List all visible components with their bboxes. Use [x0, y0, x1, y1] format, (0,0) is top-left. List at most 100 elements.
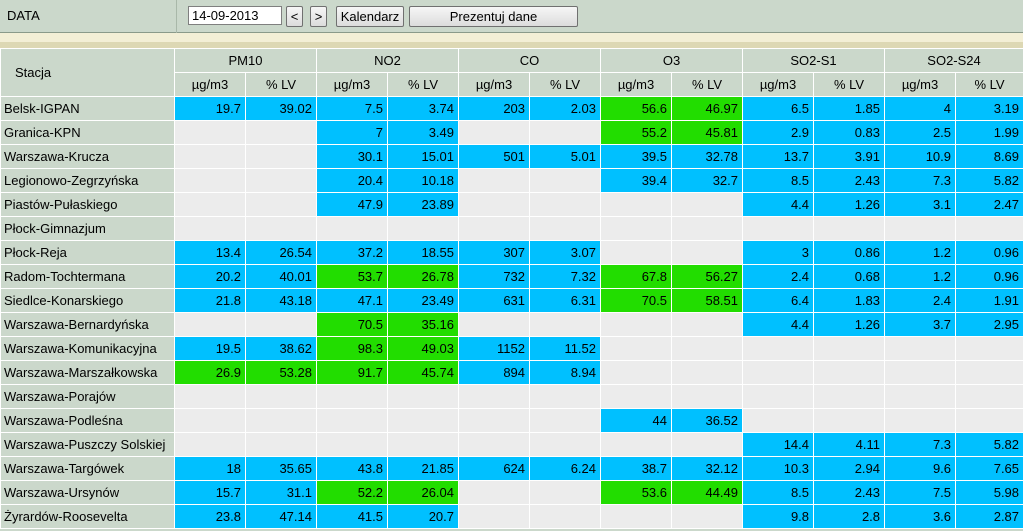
- value-cell: 38.7: [600, 456, 673, 481]
- value-cell: [174, 432, 246, 457]
- percent-cell: [245, 144, 317, 169]
- value-cell: [174, 192, 246, 217]
- station-name: Siedlce-Konarskiego: [0, 288, 175, 313]
- station-name: Legionowo-Zegrzyńska: [0, 168, 175, 193]
- percent-cell: 26.54: [245, 240, 317, 265]
- percent-cell: [245, 216, 317, 241]
- percent-cell: 0.83: [813, 120, 886, 145]
- previous-day-button[interactable]: <: [286, 6, 303, 27]
- value-cell: 894: [458, 360, 531, 385]
- percent-cell: 1.99: [955, 120, 1023, 145]
- value-cell: [600, 384, 673, 409]
- table-body: Belsk-IGPAN 19.7 39.02 7.5 3.74 203 2.03 56.6 46…: [0, 96, 1023, 529]
- percent-cell: 2.95: [955, 312, 1023, 337]
- table-row: Warszawa-Krucza 30.1 15.01 501 5.01 39.5 32.78…: [0, 144, 1023, 169]
- percent-cell: [245, 192, 317, 217]
- pollutant-header: NO2: [315, 48, 460, 73]
- table-row: Belsk-IGPAN 19.7 39.02 7.5 3.74 203 2.03 56.6 46…: [0, 96, 1023, 121]
- percent-cell: 3.91: [813, 144, 886, 169]
- value-cell: [884, 216, 957, 241]
- value-cell: [600, 240, 673, 265]
- unit-header: µg/m3: [174, 72, 246, 97]
- value-cell: 53.7: [316, 264, 388, 289]
- value-cell: 2.5: [884, 120, 957, 145]
- station-name: Warszawa-Targówek: [0, 456, 175, 481]
- percent-cell: 31.1: [245, 480, 317, 505]
- value-cell: 70.5: [316, 312, 388, 337]
- percent-cell: 23.89: [386, 192, 460, 217]
- table-row: Warszawa-Ursynów 15.7 31.1 52.2 26.04 53.6 44.…: [0, 480, 1023, 505]
- percent-cell: [245, 312, 317, 337]
- percent-cell: 58.51: [671, 288, 744, 313]
- toolbar: DATA < > Kalendarz Prezentuj dane: [0, 0, 1023, 33]
- value-cell: 53.6: [600, 480, 673, 505]
- value-cell: [884, 408, 957, 433]
- percent-cell: 20.7: [386, 504, 460, 529]
- percent-cell: 0.68: [813, 264, 886, 289]
- percent-cell: 10.18: [386, 168, 460, 193]
- station-name: Radom-Tochtermana: [0, 264, 175, 289]
- value-cell: 18: [174, 456, 246, 481]
- percent-cell: [813, 360, 886, 385]
- table-row: Radom-Tochtermana 20.2 40.01 53.7 26.78 732 7.…: [0, 264, 1023, 289]
- unit-header: µg/m3: [600, 72, 673, 97]
- value-cell: 39.4: [600, 168, 673, 193]
- value-cell: 43.8: [316, 456, 388, 481]
- value-cell: [600, 432, 673, 457]
- percent-cell: [529, 192, 602, 217]
- percent-cell: 5.01: [529, 144, 602, 169]
- value-cell: [174, 216, 246, 241]
- date-input[interactable]: [188, 6, 282, 25]
- value-cell: 19.7: [174, 96, 246, 121]
- value-cell: 67.8: [600, 264, 673, 289]
- percent-cell: [529, 480, 602, 505]
- percent-cell: [813, 216, 886, 241]
- measurements-table: Stacja PM10 NO2 CO O3 SO2-S1 SO2-S24 µg/m3% LV µ…: [0, 48, 1023, 529]
- value-cell: [316, 432, 388, 457]
- toolbar-divider: [176, 0, 177, 33]
- value-cell: 6.5: [742, 96, 815, 121]
- calendar-button[interactable]: Kalendarz: [336, 6, 404, 27]
- percent-cell: 2.87: [955, 504, 1023, 529]
- percent-cell: [955, 360, 1023, 385]
- percent-cell: [386, 384, 460, 409]
- value-cell: [458, 216, 531, 241]
- percent-cell: [529, 216, 602, 241]
- table-row: Warszawa-Porajów: [0, 384, 1023, 409]
- percent-cell: 35.16: [386, 312, 460, 337]
- table-header: Stacja PM10 NO2 CO O3 SO2-S1 SO2-S24 µg/m3% LV µ…: [0, 48, 1023, 97]
- value-cell: 98.3: [316, 336, 388, 361]
- value-cell: 8.5: [742, 480, 815, 505]
- value-cell: 47.1: [316, 288, 388, 313]
- value-cell: 44: [600, 408, 673, 433]
- percent-cell: 26.78: [386, 264, 460, 289]
- value-cell: 41.5: [316, 504, 388, 529]
- value-cell: 501: [458, 144, 531, 169]
- value-cell: 307: [458, 240, 531, 265]
- pollutant-header: SO2-S24: [884, 48, 1023, 73]
- percent-cell: 5.82: [955, 168, 1023, 193]
- station-name: Warszawa-Komunikacyjna: [0, 336, 175, 361]
- value-cell: [884, 336, 957, 361]
- value-cell: 55.2: [600, 120, 673, 145]
- table-row: Warszawa-Marszałkowska 26.9 53.28 91.7 45.74…: [0, 360, 1023, 385]
- value-cell: 1152: [458, 336, 531, 361]
- percent-cell: [245, 384, 317, 409]
- value-cell: [316, 216, 388, 241]
- next-day-button[interactable]: >: [310, 6, 327, 27]
- percent-cell: 5.98: [955, 480, 1023, 505]
- value-cell: 9.6: [884, 456, 957, 481]
- value-cell: [600, 216, 673, 241]
- value-cell: 2.4: [884, 288, 957, 313]
- percent-cell: 38.62: [245, 336, 317, 361]
- station-header: Stacja: [0, 48, 175, 97]
- value-cell: 4: [884, 96, 957, 121]
- percent-cell: 40.01: [245, 264, 317, 289]
- percent-cell: 47.14: [245, 504, 317, 529]
- show-data-button[interactable]: Prezentuj dane: [409, 6, 578, 27]
- percent-cell: [529, 168, 602, 193]
- pollutant-header: SO2-S1: [742, 48, 886, 73]
- value-cell: 4.4: [742, 192, 815, 217]
- percent-cell: [955, 216, 1023, 241]
- value-cell: [174, 120, 246, 145]
